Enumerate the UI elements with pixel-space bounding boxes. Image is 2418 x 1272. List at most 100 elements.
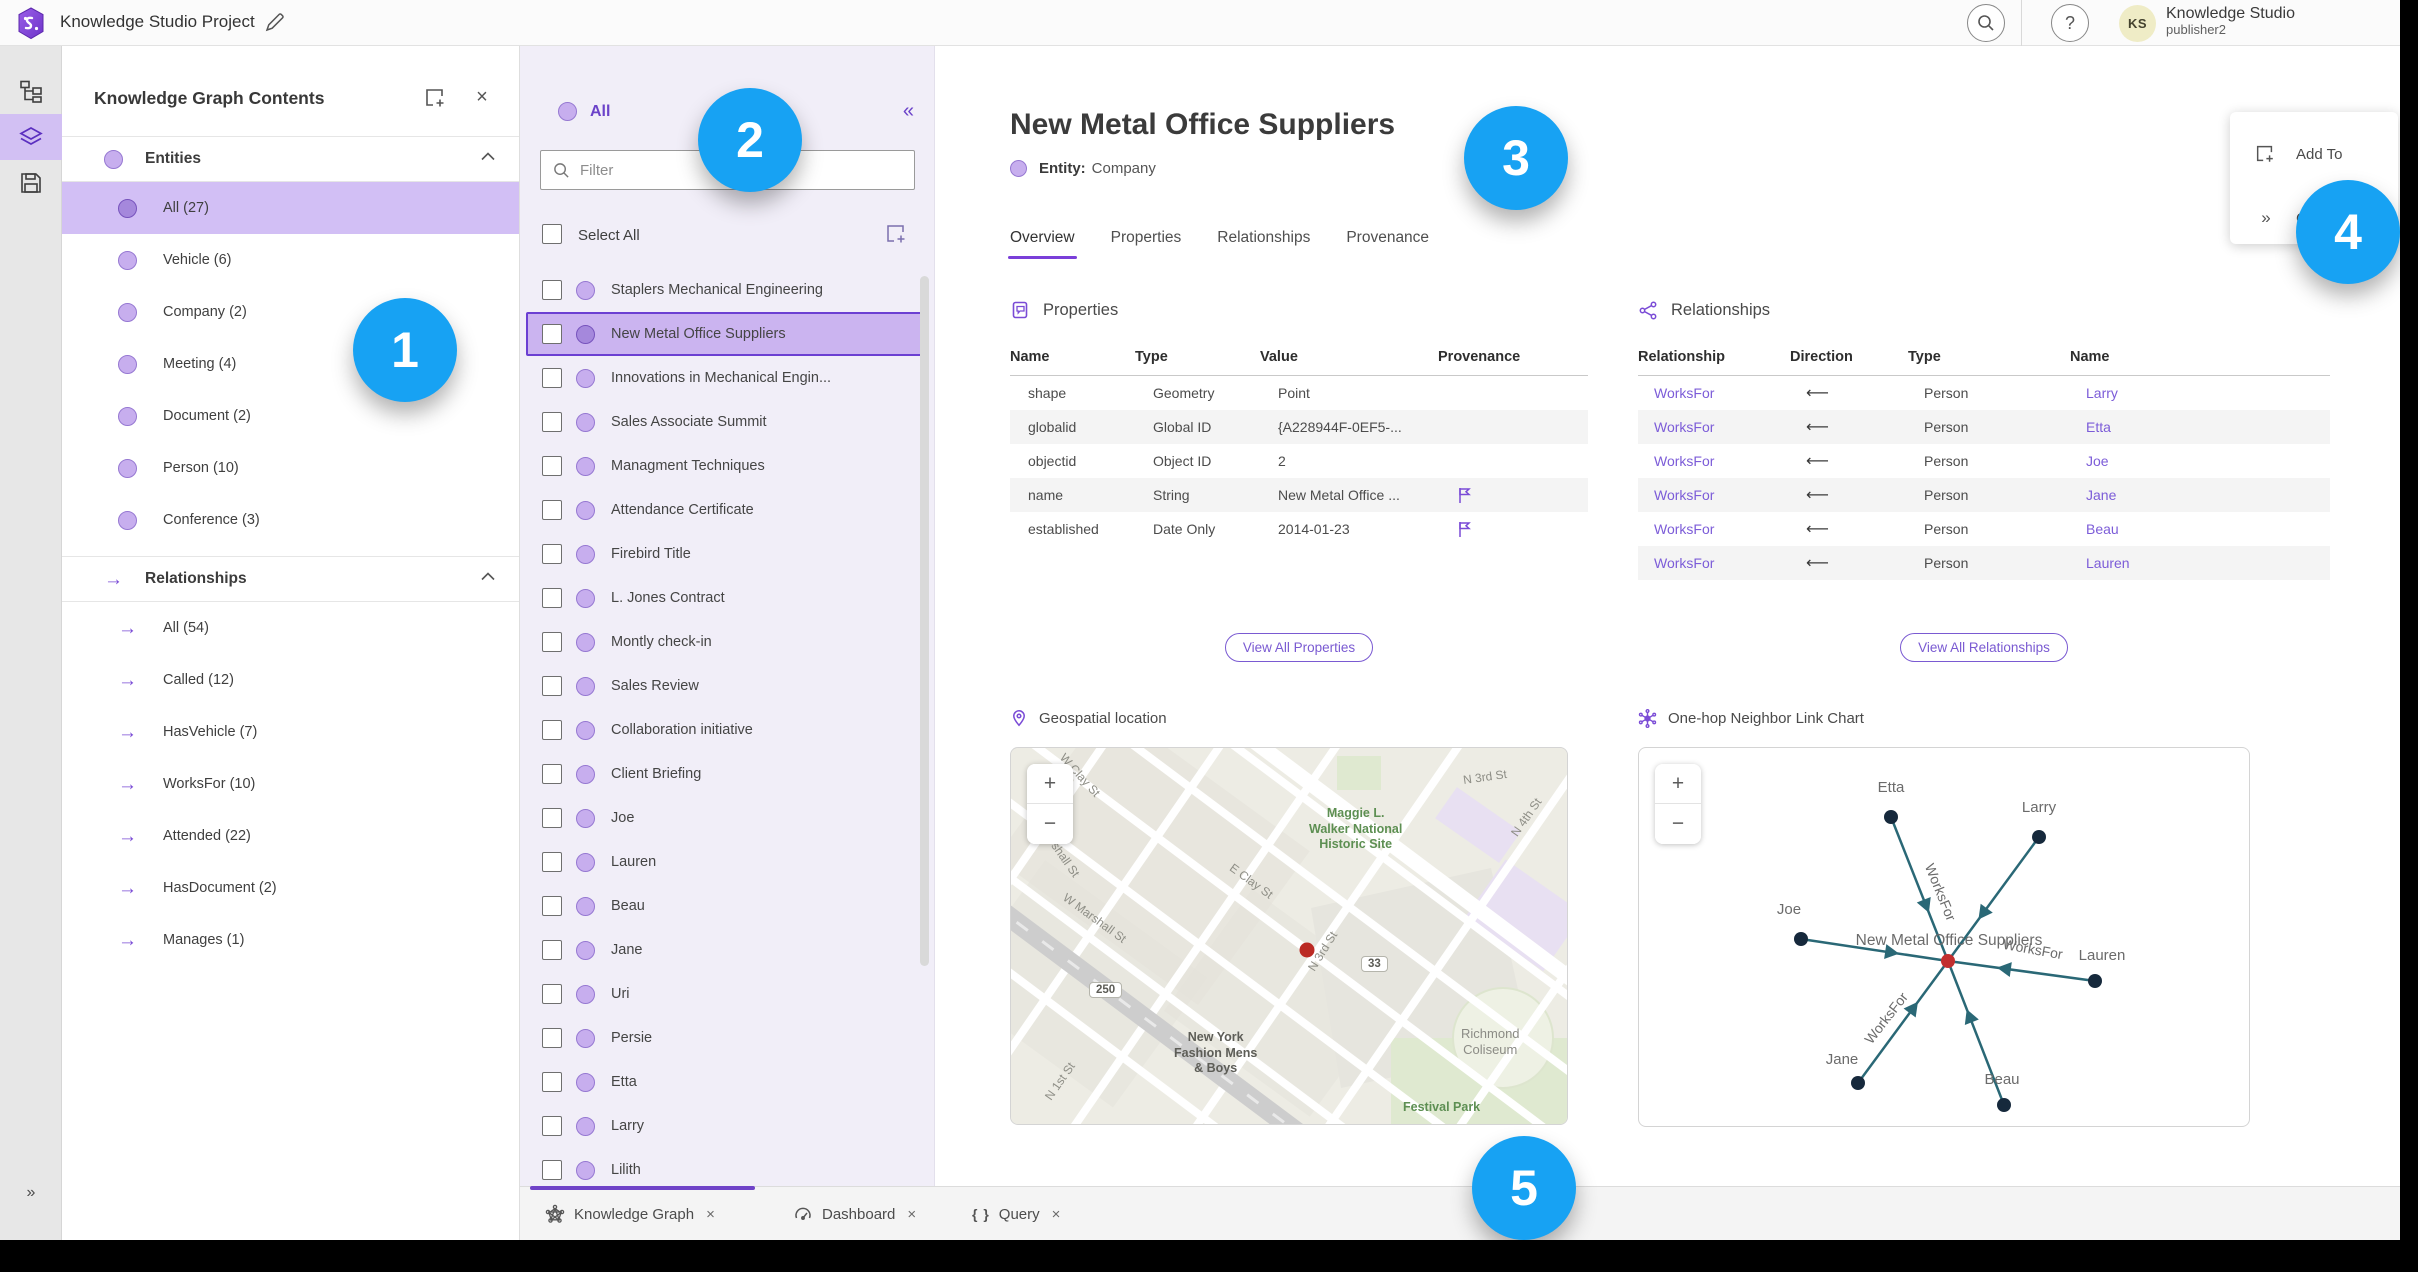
sidebar-item-hasvehicle-7-[interactable]: → HasVehicle (7) [62, 706, 519, 758]
list-item-client-briefing[interactable]: Client Briefing [520, 752, 934, 796]
view-all-properties-button[interactable]: View All Properties [1224, 633, 1374, 662]
related-entity-link[interactable]: Beau [2086, 521, 2330, 537]
expand-strip-icon[interactable]: » [0, 1184, 62, 1202]
sidebar-item-all-54-[interactable]: → All (54) [62, 602, 519, 654]
list-item-etta[interactable]: Etta [520, 1060, 934, 1104]
section-header-entities[interactable]: Entities [62, 136, 519, 182]
item-checkbox[interactable] [542, 588, 562, 608]
sidebar-item-conference-3-[interactable]: Conference (3) [62, 494, 519, 546]
list-item-larry[interactable]: Larry [520, 1104, 934, 1148]
list-item-innovations-in-mechanical-engin-[interactable]: Innovations in Mechanical Engin... [520, 356, 934, 400]
relationship-link[interactable]: WorksFor [1654, 521, 1806, 537]
item-checkbox[interactable] [542, 852, 562, 872]
list-item-sales-associate-summit[interactable]: Sales Associate Summit [520, 400, 934, 444]
close-tab-icon[interactable]: × [907, 1206, 916, 1223]
item-checkbox[interactable] [542, 1072, 562, 1092]
graph-node[interactable] [1884, 810, 1898, 824]
item-checkbox[interactable] [542, 412, 562, 432]
related-entity-link[interactable]: Joe [2086, 453, 2330, 469]
graph-node[interactable] [2032, 830, 2046, 844]
view-tab-knowledge-graph[interactable]: Knowledge Graph × [545, 1187, 715, 1240]
sidebar-item-person-10-[interactable]: Person (10) [62, 442, 519, 494]
user-info[interactable]: Knowledge Studio publisher2 [2166, 5, 2295, 38]
search-button[interactable] [1967, 4, 2005, 42]
center-graph-node[interactable] [1941, 954, 1955, 968]
graph-node[interactable] [1851, 1076, 1865, 1090]
close-panel-icon[interactable]: × [469, 84, 495, 110]
item-checkbox[interactable] [542, 896, 562, 916]
item-checkbox[interactable] [542, 500, 562, 520]
provenance-flag-icon[interactable] [1456, 520, 1546, 539]
graph-node[interactable] [1794, 932, 1808, 946]
item-checkbox[interactable] [542, 324, 562, 344]
tab-relationships[interactable]: Relationships [1217, 229, 1310, 259]
sidebar-item-all-27-[interactable]: All (27) [62, 182, 519, 234]
graph-node[interactable] [1997, 1098, 2011, 1112]
list-item-persie[interactable]: Persie [520, 1016, 934, 1060]
sidebar-item-hasdocument-2-[interactable]: → HasDocument (2) [62, 862, 519, 914]
item-checkbox[interactable] [542, 720, 562, 740]
tab-properties[interactable]: Properties [1111, 229, 1182, 259]
list-item-sales-review[interactable]: Sales Review [520, 664, 934, 708]
provenance-flag-icon[interactable] [1456, 486, 1546, 505]
list-item-beau[interactable]: Beau [520, 884, 934, 928]
item-checkbox[interactable] [542, 280, 562, 300]
item-checkbox[interactable] [542, 368, 562, 388]
view-all-relationships-button[interactable]: View All Relationships [1900, 633, 2068, 662]
list-item-firebird-title[interactable]: Firebird Title [520, 532, 934, 576]
geospatial-map[interactable]: + − W Clay St arshall St W Marshall St E Cl… [1010, 747, 1568, 1125]
item-checkbox[interactable] [542, 456, 562, 476]
user-avatar[interactable]: KS [2119, 5, 2156, 42]
list-item-montly-check-in[interactable]: Montly check-in [520, 620, 934, 664]
list-scrollbar[interactable] [920, 276, 929, 966]
relationship-link[interactable]: WorksFor [1654, 487, 1806, 503]
list-item-attendance-certificate[interactable]: Attendance Certificate [520, 488, 934, 532]
item-checkbox[interactable] [542, 940, 562, 960]
chevron-up-icon[interactable] [481, 572, 495, 581]
graph-node[interactable] [2088, 974, 2102, 988]
related-entity-link[interactable]: Jane [2086, 487, 2330, 503]
related-entity-link[interactable]: Etta [2086, 419, 2330, 435]
sidebar-item-called-12-[interactable]: → Called (12) [62, 654, 519, 706]
item-checkbox[interactable] [542, 1160, 562, 1180]
sidebar-item-manages-1-[interactable]: → Manages (1) [62, 914, 519, 966]
list-item-lauren[interactable]: Lauren [520, 840, 934, 884]
sidebar-item-worksfor-10-[interactable]: → WorksFor (10) [62, 758, 519, 810]
add-to-menu-item[interactable]: Add To [2230, 134, 2398, 174]
view-tab-dashboard[interactable]: Dashboard × [793, 1187, 916, 1240]
relationship-link[interactable]: WorksFor [1654, 419, 1806, 435]
item-checkbox[interactable] [542, 764, 562, 784]
list-item-staplers-mechanical-engineering[interactable]: Staplers Mechanical Engineering [520, 268, 934, 312]
add-to-map-icon[interactable] [423, 86, 447, 110]
item-checkbox[interactable] [542, 1028, 562, 1048]
list-item-uri[interactable]: Uri [520, 972, 934, 1016]
help-button[interactable]: ? [2051, 4, 2089, 42]
relationship-link[interactable]: WorksFor [1654, 453, 1806, 469]
item-checkbox[interactable] [542, 544, 562, 564]
tab-overview[interactable]: Overview [1008, 229, 1077, 259]
item-checkbox[interactable] [542, 808, 562, 828]
zoom-in-button[interactable]: + [1655, 764, 1701, 804]
hierarchy-icon[interactable] [0, 68, 62, 114]
layers-icon[interactable] [0, 114, 62, 160]
one-hop-link-chart[interactable]: Etta Larry Joe Lauren Jane Beau WorksFor WorksF… [1638, 747, 2250, 1127]
list-item-l-jones-contract[interactable]: L. Jones Contract [520, 576, 934, 620]
select-all-checkbox[interactable] [542, 224, 562, 244]
edit-title-icon[interactable] [262, 11, 286, 35]
section-header-relationships[interactable]: → Relationships [62, 556, 519, 602]
add-to-map-icon[interactable] [884, 222, 908, 246]
tab-provenance[interactable]: Provenance [1346, 229, 1429, 259]
item-checkbox[interactable] [542, 632, 562, 652]
collapse-panel-icon[interactable]: « [903, 100, 914, 123]
save-icon[interactable] [0, 160, 62, 206]
list-item-collaboration-initiative[interactable]: Collaboration initiative [520, 708, 934, 752]
item-checkbox[interactable] [542, 676, 562, 696]
zoom-out-button[interactable]: − [1027, 804, 1073, 844]
zoom-out-button[interactable]: − [1655, 804, 1701, 844]
list-item-jane[interactable]: Jane [520, 928, 934, 972]
relationship-link[interactable]: WorksFor [1654, 555, 1806, 571]
related-entity-link[interactable]: Lauren [2086, 555, 2330, 571]
view-tab-query[interactable]: { } Query × [972, 1187, 1060, 1240]
list-item-joe[interactable]: Joe [520, 796, 934, 840]
chevron-up-icon[interactable] [481, 152, 495, 161]
